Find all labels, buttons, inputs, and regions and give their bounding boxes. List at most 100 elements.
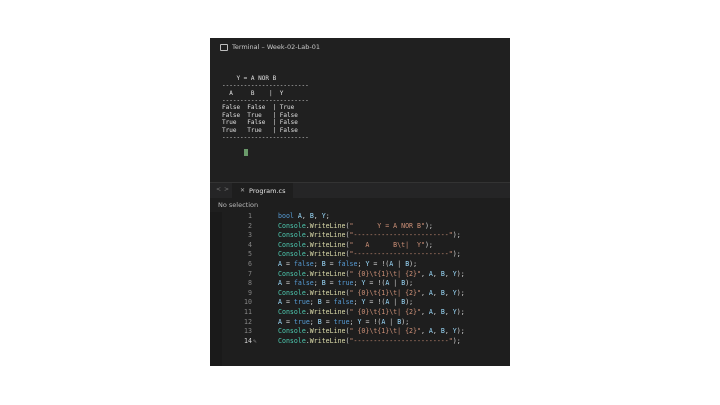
code-line[interactable]: 9 Console. WriteLine(" {0}\t{1}\t| {2}", A… [222,289,510,299]
code-token: Console [278,221,306,230]
code-line[interactable]: 12 A = true; B = true; Y = !(A | B); [222,318,510,328]
code-line[interactable]: 6A = false; B = false; Y = !(A | B); [222,260,510,270]
code-line[interactable]: 14 ✎ Console. WriteLine("------------------… [222,337,510,347]
code-token: , [313,212,322,220]
terminal-title: Terminal – Week-02-Lab-01 [232,43,320,51]
code-line[interactable]: 13 Console. WriteLine(" {0}\t{1}\t| {2}", … [222,327,510,337]
code-token: ); [405,298,414,307]
code-token: Console [278,231,306,240]
code-token: bool [278,212,294,220]
code-token: , [420,307,429,316]
code-token: Console [278,336,306,345]
code-editor[interactable]: 1 bool A, B, Y; 2 Console. WriteLine(" Y = A… [222,212,510,346]
code-token: ); [456,269,465,278]
line-number: 11 [244,307,252,316]
code-token: | [389,298,402,307]
code-token: " A B\t| Y" [349,240,425,249]
code-token: ); [456,307,465,316]
line-number: 6 [248,259,252,268]
terminal-line: True True | False [222,126,298,134]
terminal-line: A B | Y [222,89,284,97]
code-token: | [385,317,398,326]
code-token: WriteLine [309,327,346,336]
code-token: , [444,269,453,278]
close-icon[interactable]: ✕ [240,187,245,194]
code-line[interactable]: 11 Console. WriteLine(" {0}\t{1}\t| {2}", … [222,308,510,318]
code-token: WriteLine [309,221,346,230]
code-token: ; [353,279,362,288]
code-line[interactable]: 2 Console. WriteLine(" Y = A NOR B"); [222,222,510,232]
code-token: " Y = A NOR B" [349,221,425,230]
code-token: , [301,212,310,220]
code-token: = !( [365,298,386,307]
line-number: 10 [244,298,252,307]
code-token: Console [278,250,306,259]
code-token: true [293,317,310,326]
line-number: 14 ✎ [244,336,257,345]
code-line[interactable]: 10 A = true; B = false; Y = !(A | B); [222,298,510,308]
terminal-panel: Terminal – Week-02-Lab-01 Y = A NOR B ---… [210,38,510,182]
code-token: ); [456,327,465,336]
code-token: ; [313,279,322,288]
code-token: , [444,327,453,336]
code-token: " {0}\t{1}\t| {2}" [349,269,421,278]
terminal-line: Y = A NOR B [222,74,277,82]
pencil-icon: ✎ [253,337,257,345]
code-line[interactable]: 7 Console. WriteLine(" {0}\t{1}\t| {2}", A… [222,270,510,280]
code-line[interactable]: 1 bool A, B, Y; [222,212,510,222]
code-line[interactable]: 8A = false; B = true; Y = !(A | B); [222,279,510,289]
code-token: ); [405,279,414,288]
line-number: 9 [248,288,252,297]
tab-program-cs[interactable]: ✕ Program.cs [232,183,294,198]
chevron-right-icon[interactable]: > [224,186,232,193]
code-token: WriteLine [309,307,346,316]
code-token: | [393,259,406,268]
terminal-output[interactable]: Y = A NOR B ------------------------ A B … [222,60,309,164]
terminal-line: False True | False [222,111,298,119]
code-token: " {0}\t{1}\t| {2}" [349,307,421,316]
line-number: 2 [248,221,252,230]
code-token: Console [278,240,306,249]
code-token: ); [452,231,461,240]
editor-tab-bar: <> ✕ Program.cs [210,183,510,198]
line-number: 4 [248,240,252,249]
code-token: " {0}\t{1}\t| {2}" [349,327,421,336]
code-token: = !( [365,279,386,288]
code-token: false [333,298,354,307]
code-token: WriteLine [309,240,346,249]
code-token: = [321,298,334,307]
line-number: 12 [244,317,252,326]
code-token: , [420,269,429,278]
tab-label: Program.cs [249,186,286,195]
code-token: Console [278,327,306,336]
code-token: ); [452,250,461,259]
code-token: , [420,288,429,297]
code-token: true [293,298,310,307]
code-token: Console [278,307,306,316]
code-token: WriteLine [309,269,346,278]
code-token: = [321,317,334,326]
code-token: ); [409,259,418,268]
code-token: = [325,279,338,288]
gutter-strip [210,212,222,366]
terminal-title-bar: Terminal – Week-02-Lab-01 [210,38,510,56]
breadcrumb: No selection [218,201,259,209]
code-line[interactable]: 5 Console. WriteLine("--------------------… [222,250,510,260]
code-token: ; [353,298,362,307]
code-token: WriteLine [309,288,346,297]
code-token: "------------------------" [349,250,453,259]
terminal-line: ------------------------ [222,82,309,90]
code-token: , [432,288,441,297]
code-token: ; [309,317,318,326]
ide-window: Terminal – Week-02-Lab-01 Y = A NOR B ---… [210,38,510,366]
code-token: WriteLine [309,231,346,240]
code-line[interactable]: 3 Console. WriteLine("--------------------… [222,231,510,241]
line-number: 3 [248,231,252,240]
chevron-left-icon[interactable]: < [216,186,224,193]
code-token: ; [357,259,366,268]
code-line[interactable]: 4 Console. WriteLine(" A B\t| Y"); [222,241,510,251]
terminal-line: ------------------------ [222,134,309,142]
code-token: true [333,317,350,326]
code-token: ); [452,336,461,345]
code-token: | [389,279,402,288]
